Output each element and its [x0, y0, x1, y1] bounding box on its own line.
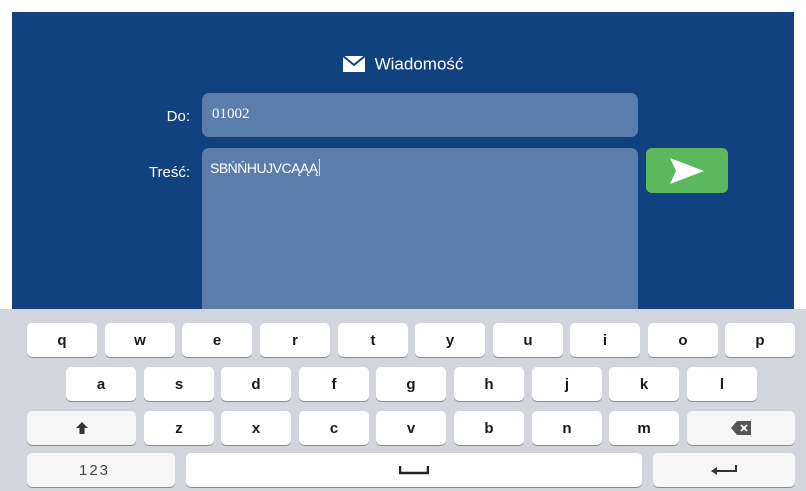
- key-k[interactable]: k: [609, 367, 679, 401]
- key-g[interactable]: g: [376, 367, 446, 401]
- key-label: x: [251, 419, 261, 437]
- key-label: n: [562, 419, 572, 437]
- key-q[interactable]: q: [27, 323, 97, 357]
- page-title-text: Wiadomość: [374, 54, 464, 74]
- key-label: j: [564, 375, 570, 393]
- shift-key[interactable]: [27, 411, 136, 445]
- key-label: z: [175, 419, 183, 437]
- key-label: f: [331, 375, 337, 393]
- key-label: d: [251, 375, 261, 393]
- enter-key[interactable]: [653, 453, 795, 487]
- key-c[interactable]: c: [299, 411, 369, 445]
- key-f[interactable]: f: [299, 367, 369, 401]
- return-arrow-icon: [711, 465, 737, 475]
- key-label: p: [755, 331, 765, 349]
- key-j[interactable]: j: [532, 367, 602, 401]
- key-o[interactable]: o: [648, 323, 718, 357]
- envelope-icon: [341, 55, 366, 77]
- key-label: v: [406, 419, 416, 437]
- key-i[interactable]: i: [570, 323, 640, 357]
- key-label: r: [292, 331, 298, 349]
- numbers-key[interactable]: 123: [27, 453, 175, 487]
- key-x[interactable]: x: [221, 411, 291, 445]
- key-label: w: [134, 331, 146, 349]
- key-label: e: [212, 331, 222, 349]
- key-label: s: [174, 375, 184, 393]
- key-y[interactable]: y: [415, 323, 485, 357]
- key-h[interactable]: h: [454, 367, 524, 401]
- key-label: k: [639, 375, 649, 393]
- key-b[interactable]: b: [454, 411, 524, 445]
- key-s[interactable]: s: [144, 367, 214, 401]
- key-label: i: [602, 331, 608, 349]
- key-e[interactable]: e: [182, 323, 252, 357]
- key-label: g: [406, 375, 416, 393]
- key-label: q: [57, 331, 67, 349]
- key-label: h: [484, 375, 494, 393]
- key-label: t: [370, 331, 376, 349]
- message-body-text: SBŃŃHUJVCĄĄĄ: [210, 160, 318, 176]
- key-label: l: [719, 375, 725, 393]
- backspace-key[interactable]: [687, 411, 795, 445]
- page-title: Wiadomość: [12, 54, 794, 77]
- numbers-key-label: 123: [79, 461, 111, 479]
- space-bar-icon: [399, 466, 429, 475]
- key-v[interactable]: v: [376, 411, 446, 445]
- key-d[interactable]: d: [221, 367, 291, 401]
- key-u[interactable]: u: [493, 323, 563, 357]
- send-button[interactable]: [646, 148, 728, 193]
- key-w[interactable]: w: [105, 323, 175, 357]
- key-label: b: [484, 419, 494, 437]
- key-label: o: [678, 331, 688, 349]
- backspace-icon: [731, 421, 751, 435]
- key-r[interactable]: r: [260, 323, 330, 357]
- key-label: a: [96, 375, 106, 393]
- space-key[interactable]: [186, 453, 642, 487]
- key-n[interactable]: n: [532, 411, 602, 445]
- shift-up-arrow-icon: [75, 422, 88, 434]
- key-a[interactable]: a: [66, 367, 136, 401]
- body-label: Treść:: [148, 164, 190, 181]
- message-body-value: SBŃŃHUJVCĄĄĄ: [210, 159, 320, 176]
- key-label: m: [637, 419, 651, 437]
- key-label: u: [523, 331, 533, 349]
- send-arrow-icon: [670, 157, 704, 184]
- key-l[interactable]: l: [687, 367, 757, 401]
- onscreen-keyboard: q w e r t y u i o p a s d f g h j k l z …: [0, 309, 806, 491]
- key-t[interactable]: t: [338, 323, 408, 357]
- key-z[interactable]: z: [144, 411, 214, 445]
- recipient-value: 01002: [212, 106, 250, 122]
- to-label: Do:: [166, 108, 190, 125]
- key-p[interactable]: p: [725, 323, 795, 357]
- key-m[interactable]: m: [609, 411, 679, 445]
- key-label: c: [329, 419, 339, 437]
- recipient-input[interactable]: 01002: [202, 93, 638, 137]
- text-caret: [318, 159, 320, 176]
- key-label: y: [445, 331, 455, 349]
